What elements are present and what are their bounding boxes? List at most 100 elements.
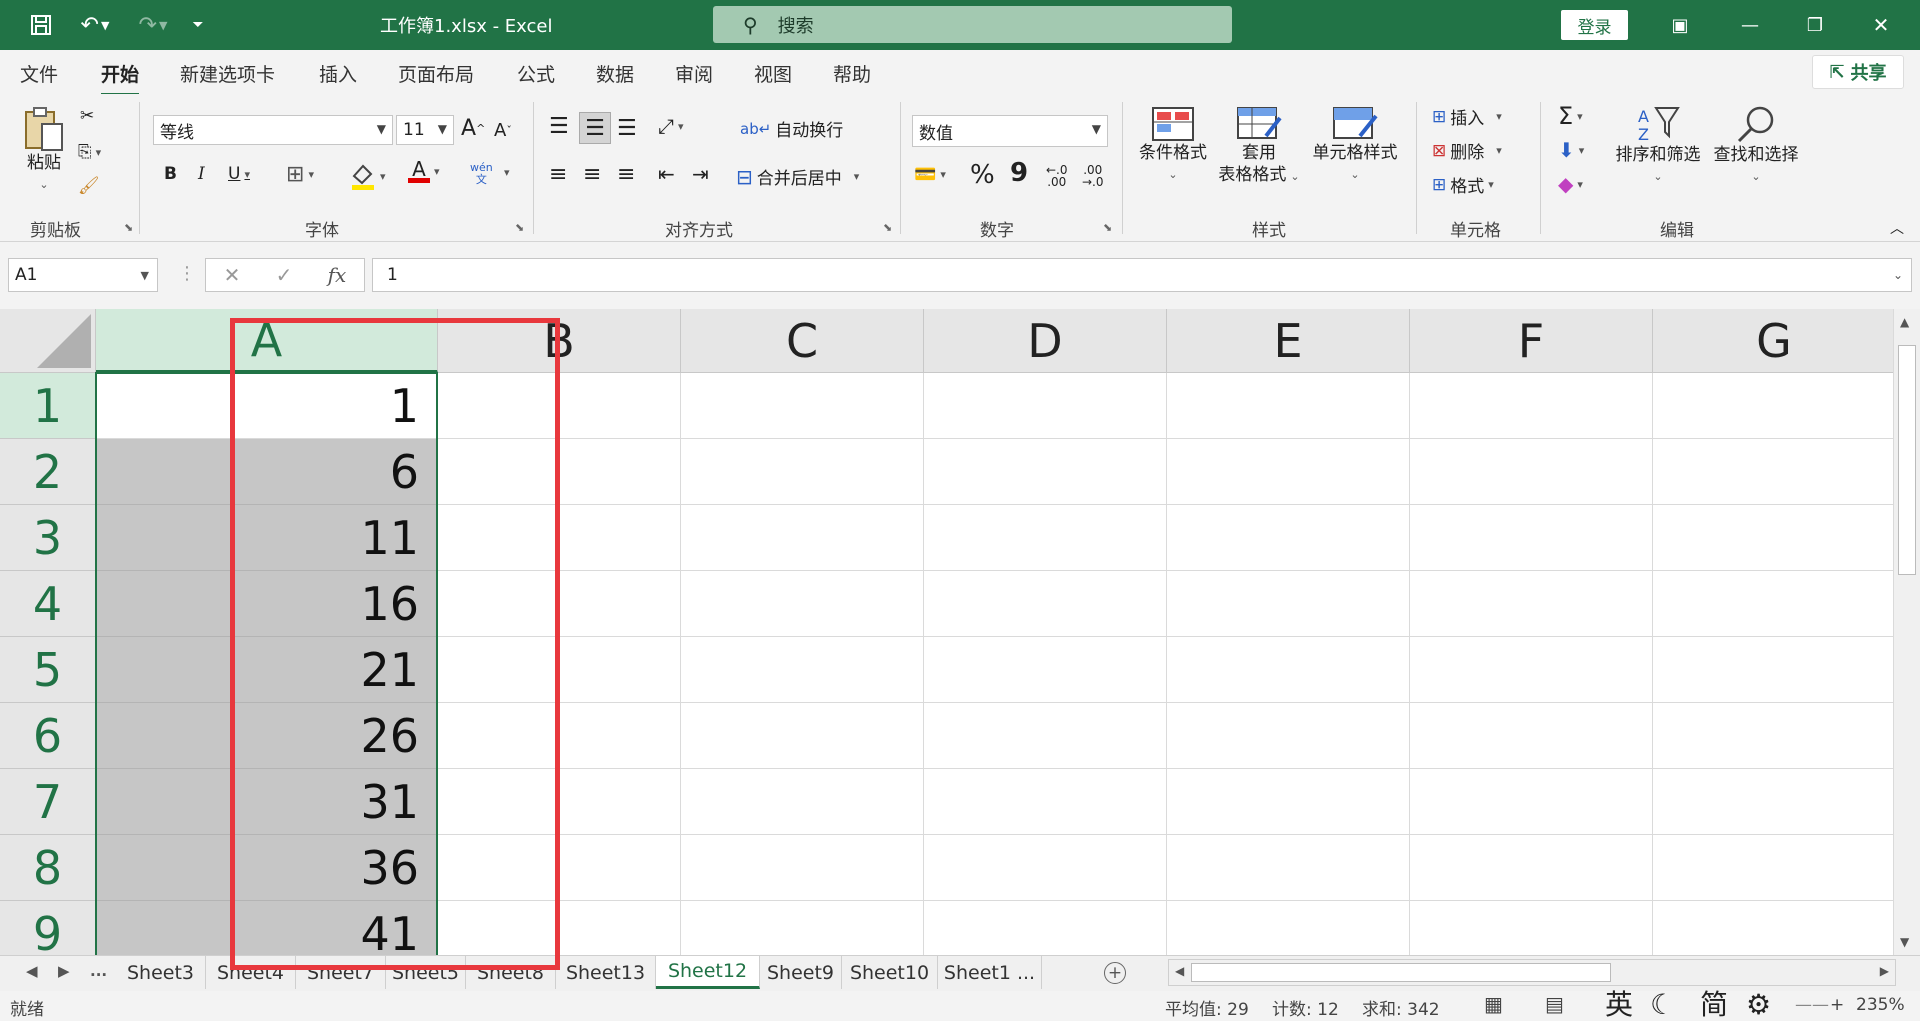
font-size-select[interactable]: 11 ▼ — [396, 115, 454, 145]
collapse-ribbon-icon[interactable]: ︿ — [1890, 218, 1904, 238]
cell-c9[interactable] — [681, 901, 924, 955]
cell-a3[interactable]: 11 — [96, 505, 438, 571]
tab-file[interactable]: 文件 — [20, 60, 58, 87]
accounting-format-button[interactable]: 💳 ▾ — [914, 164, 946, 185]
underline-button[interactable]: U ▾ — [228, 164, 250, 184]
cell-d6[interactable] — [924, 703, 1167, 769]
formula-input[interactable]: 1 ⌄ — [372, 258, 1912, 292]
column-header-b[interactable]: B — [438, 309, 681, 373]
sheet-tab-sheet8[interactable]: Sheet8 — [466, 956, 556, 989]
cell-f4[interactable] — [1410, 571, 1653, 637]
cell-a1[interactable]: 1 — [96, 373, 438, 439]
page-layout-view-icon[interactable]: ▤ — [1545, 992, 1564, 1016]
normal-view-icon[interactable]: ▦ — [1484, 992, 1503, 1016]
delete-cells-button[interactable]: ⊠ 删除 ▾ — [1432, 138, 1502, 164]
tab-formulas[interactable]: 公式 — [517, 60, 555, 87]
sheet-tab-sheet3[interactable]: Sheet3 — [116, 956, 206, 989]
cell-f6[interactable] — [1410, 703, 1653, 769]
ime-settings-icon[interactable]: ⚙ — [1746, 991, 1771, 1019]
cell-g4[interactable] — [1653, 571, 1893, 637]
sheet-tab-sheet12[interactable]: Sheet12 — [656, 956, 760, 989]
cell-styles-button[interactable]: 单元格样式 ⌄ — [1306, 106, 1404, 186]
cell-b4[interactable] — [438, 571, 681, 637]
search-box[interactable]: ⚲ 搜索 — [713, 6, 1232, 43]
sheet-tab-sheet4[interactable]: Sheet4 — [206, 956, 296, 989]
cell-e7[interactable] — [1167, 769, 1410, 835]
cell-a8[interactable]: 36 — [96, 835, 438, 901]
more-sheets-button[interactable]: ... — [90, 962, 107, 980]
orientation-icon[interactable]: ⤢ ▾ — [658, 114, 684, 138]
number-launcher-icon[interactable]: ⬊ — [1103, 221, 1112, 234]
save-icon[interactable] — [26, 10, 56, 40]
tab-home[interactable]: 开始 — [101, 60, 140, 96]
cell-c8[interactable] — [681, 835, 924, 901]
cell-d5[interactable] — [924, 637, 1167, 703]
cell-f9[interactable] — [1410, 901, 1653, 955]
autosum-button[interactable]: Σ ▾ — [1558, 102, 1583, 130]
column-header-e[interactable]: E — [1167, 309, 1410, 373]
cell-g1[interactable] — [1653, 373, 1893, 439]
cell-e9[interactable] — [1167, 901, 1410, 955]
cell-b2[interactable] — [438, 439, 681, 505]
copy-icon[interactable]: ⎘ ▾ — [78, 142, 101, 162]
format-cells-button[interactable]: ⊞ 格式 ▾ — [1432, 172, 1494, 198]
sheet-tab-sheet9[interactable]: Sheet9 — [760, 956, 842, 989]
conditional-format-button[interactable]: 条件格式 ⌄ — [1134, 106, 1212, 186]
cell-g2[interactable] — [1653, 439, 1893, 505]
cell-b6[interactable] — [438, 703, 681, 769]
horizontal-scrollbar[interactable]: ◀ ▶ — [1168, 959, 1896, 986]
cell-g8[interactable] — [1653, 835, 1893, 901]
format-painter-icon[interactable]: 🖌 — [78, 176, 100, 196]
sheet-tab-sheet10[interactable]: Sheet10 — [842, 956, 938, 989]
cell-a2[interactable]: 6 — [96, 439, 438, 505]
cell-a9[interactable]: 41 — [96, 901, 438, 955]
cell-f8[interactable] — [1410, 835, 1653, 901]
sheet-tab-sheet7[interactable]: Sheet7 — [296, 956, 386, 989]
scroll-left-icon[interactable]: ◀ — [1175, 964, 1184, 978]
fill-button[interactable]: ⬇ ▾ — [1558, 138, 1584, 162]
prev-sheet-icon[interactable]: ◀ — [26, 962, 38, 980]
column-header-c[interactable]: C — [681, 309, 924, 373]
minimize-icon[interactable]: — — [1735, 10, 1765, 40]
cell-d7[interactable] — [924, 769, 1167, 835]
ribbon-display-icon[interactable]: ▣ — [1665, 10, 1695, 40]
cell-c3[interactable] — [681, 505, 924, 571]
column-header-a[interactable]: A — [96, 309, 438, 373]
close-icon[interactable]: ✕ — [1866, 10, 1896, 40]
cell-c2[interactable] — [681, 439, 924, 505]
row-header-9[interactable]: 9 — [0, 901, 96, 955]
ime-moon-icon[interactable]: ☾ — [1650, 991, 1675, 1019]
scroll-right-icon[interactable]: ▶ — [1880, 964, 1889, 978]
tab-view[interactable]: 视图 — [754, 60, 792, 87]
cell-b1[interactable] — [438, 373, 681, 439]
cell-f7[interactable] — [1410, 769, 1653, 835]
align-middle-icon[interactable]: ☰ — [579, 112, 611, 144]
font-launcher-icon[interactable]: ⬊ — [515, 221, 524, 234]
cell-f1[interactable] — [1410, 373, 1653, 439]
cell-e6[interactable] — [1167, 703, 1410, 769]
column-header-d[interactable]: D — [924, 309, 1167, 373]
share-button[interactable]: ⇱ 共享 — [1812, 55, 1904, 89]
row-header-3[interactable]: 3 — [0, 505, 96, 571]
comma-style-button[interactable]: 9 — [1010, 158, 1028, 188]
cell-f2[interactable] — [1410, 439, 1653, 505]
cell-b7[interactable] — [438, 769, 681, 835]
tab-page-layout[interactable]: 页面布局 — [398, 60, 474, 87]
phonetic-caret-icon[interactable]: ▾ — [500, 166, 510, 179]
align-bottom-icon[interactable]: ☰ — [617, 116, 637, 141]
bold-button[interactable]: B — [164, 164, 177, 184]
cell-d4[interactable] — [924, 571, 1167, 637]
cell-d3[interactable] — [924, 505, 1167, 571]
increase-decimal-button[interactable]: ←.0.00 — [1046, 164, 1068, 188]
tab-data[interactable]: 数据 — [596, 60, 634, 87]
sheet-tab-sheet1[interactable]: Sheet1 ... — [938, 956, 1042, 989]
row-header-2[interactable]: 2 — [0, 439, 96, 505]
cell-d8[interactable] — [924, 835, 1167, 901]
align-left-icon[interactable]: ≡ — [549, 162, 567, 187]
sort-filter-button[interactable]: AZ 排序和筛选 ⌄ — [1612, 104, 1704, 188]
next-sheet-icon[interactable]: ▶ — [58, 962, 70, 980]
find-select-button[interactable]: 查找和选择 ⌄ — [1710, 104, 1802, 188]
scroll-down-icon[interactable]: ▼ — [1900, 935, 1909, 949]
ime-language-toggle[interactable]: 英 — [1605, 991, 1633, 1019]
row-header-7[interactable]: 7 — [0, 769, 96, 835]
